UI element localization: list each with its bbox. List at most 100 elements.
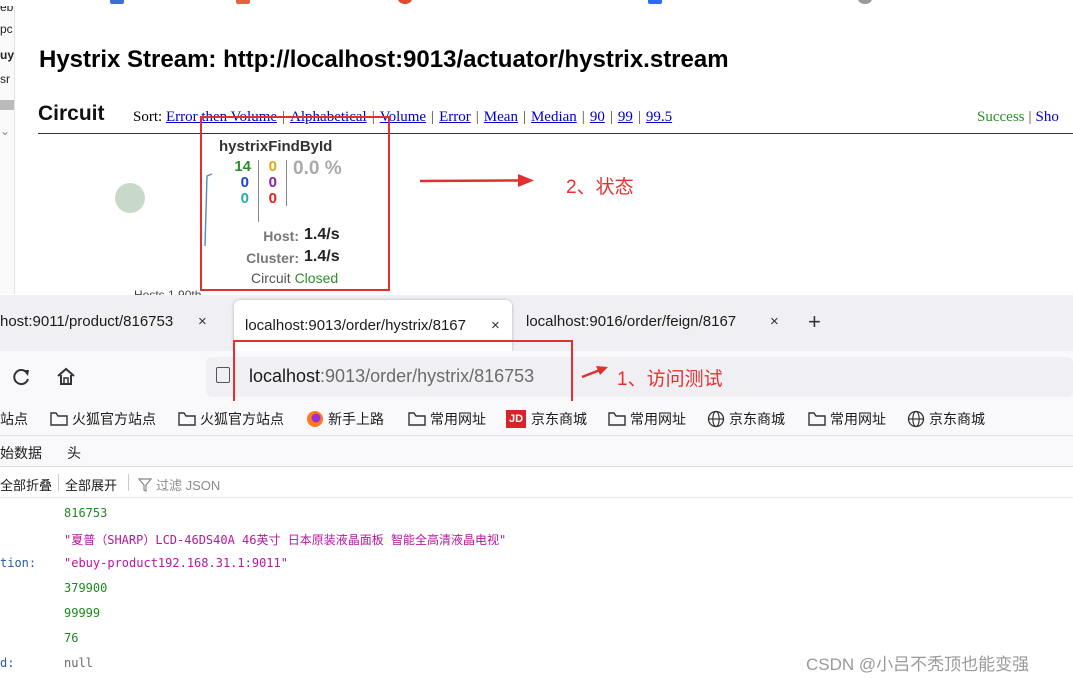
bookmark-item[interactable]: JD 京东商城: [506, 409, 587, 429]
folder-icon: [608, 412, 626, 426]
legend-short-circuited: Sho: [1035, 109, 1059, 125]
cropped-bookmark-strip: [0, 0, 1073, 6]
json-key: tion:: [0, 556, 37, 570]
sort-error[interactable]: Error: [439, 109, 471, 125]
tab-raw-data[interactable]: 始数据: [0, 443, 42, 463]
expand-all-button[interactable]: 全部展开: [65, 475, 117, 494]
json-value: null: [64, 656, 93, 670]
background-window-edge: eb pc uy sr ⌄: [0, 6, 15, 294]
visit-highlight-box: [233, 340, 573, 408]
bookmark-folder[interactable]: 火狐官方站点: [178, 409, 284, 429]
json-viewer-tabs: 始数据 头: [0, 436, 1073, 467]
sort-median[interactable]: Median: [531, 109, 577, 125]
status-legend: Success | Sho: [977, 109, 1059, 125]
close-icon[interactable]: ×: [491, 317, 500, 334]
globe-icon: [707, 410, 725, 428]
json-value: "夏普（SHARP）LCD-46DS40A 46英寸 日本原装液晶面板 智能全高…: [64, 533, 507, 547]
bookmark-label: 常用网址: [630, 411, 686, 427]
json-value: 379900: [64, 581, 108, 595]
bookmark-folder[interactable]: 常用网址: [408, 409, 486, 429]
bookmark-favicon: [858, 0, 872, 4]
tab-headers[interactable]: 头: [67, 443, 81, 463]
annotation-visit: 1、访问测试: [617, 369, 723, 390]
json-row[interactable]: 99999: [0, 600, 1073, 625]
status-highlight-box: [200, 116, 390, 291]
bookmark-favicon: [398, 0, 412, 4]
arrow-right-icon: [419, 174, 534, 187]
json-row[interactable]: 76: [0, 625, 1073, 650]
json-key: d:: [0, 656, 15, 670]
sort-label: Sort:: [133, 109, 163, 125]
page-info-icon[interactable]: [216, 367, 230, 383]
json-value: 99999: [64, 606, 101, 620]
edge-text: eb: [0, 6, 14, 14]
bookmark-label: 常用网址: [430, 411, 486, 427]
sort-90[interactable]: 90: [590, 109, 605, 125]
jd-logo-icon: JD: [506, 410, 526, 428]
json-row[interactable]: 816753: [0, 500, 1073, 525]
bookmark-label: 京东商城: [531, 411, 587, 427]
new-tab-button[interactable]: +: [808, 309, 821, 335]
filter-placeholder: 过滤 JSON: [156, 478, 221, 493]
bookmark-folder[interactable]: 常用网址: [608, 409, 686, 429]
json-row[interactable]: "夏普（SHARP）LCD-46DS40A 46英寸 日本原装液晶面板 智能全高…: [0, 525, 1073, 550]
edge-text: uy: [0, 48, 15, 62]
bookmark-label: 京东商城: [929, 411, 985, 427]
json-value: "ebuy-product192.168.31.1:9011": [64, 556, 288, 570]
close-icon[interactable]: ×: [198, 313, 207, 330]
sort-99-5[interactable]: 99.5: [646, 109, 672, 125]
close-icon[interactable]: ×: [770, 313, 779, 330]
bookmark-item[interactable]: 京东商城: [707, 409, 785, 429]
tab-title: host:9011/product/816753: [0, 312, 174, 330]
chevron-down-icon: ⌄: [0, 124, 11, 138]
reload-icon[interactable]: [11, 367, 31, 387]
tab-product[interactable]: host:9011/product/816753 ×: [0, 295, 226, 347]
bookmarks-bar: 站点 火狐官方站点 火狐官方站点 新手上路 常用网址 JD 京东商城 常用网址 …: [0, 401, 1073, 436]
bookmark-label: 常用网址: [830, 411, 886, 427]
folder-icon: [178, 412, 196, 426]
filter-icon: [138, 477, 152, 492]
edge-text: sr: [0, 72, 10, 86]
toolbar-divider: [128, 474, 129, 491]
bookmark-label: 京东商城: [729, 411, 785, 427]
json-toolbar: 全部折叠 全部展开 过滤 JSON: [0, 467, 1073, 498]
json-value: 76: [64, 631, 79, 645]
sort-mean[interactable]: Mean: [484, 109, 518, 125]
circuit-health-circle: [115, 183, 145, 213]
collapse-all-button[interactable]: 全部折叠: [0, 475, 52, 494]
filter-json-input[interactable]: 过滤 JSON: [138, 475, 220, 494]
edge-text: pc: [0, 22, 13, 36]
csdn-watermark: CSDN @小吕不秃顶也能变强: [806, 655, 1030, 674]
bookmark-favicon: [110, 0, 124, 4]
dashboard-divider: [38, 133, 1073, 134]
bookmark-folder[interactable]: 火狐官方站点: [50, 409, 156, 429]
annotation-status: 2、状态: [566, 177, 634, 198]
legend-success: Success: [977, 109, 1025, 125]
bookmark-label: 火狐官方站点: [200, 411, 284, 427]
circuit-heading: Circuit: [38, 102, 105, 125]
firefox-icon: [307, 411, 323, 427]
tab-title: localhost:9016/order/feign/8167: [526, 312, 737, 330]
tab-title: localhost:9013/order/hystrix/8167: [245, 317, 466, 334]
bookmark-label: 火狐官方站点: [72, 411, 156, 427]
hystrix-stream-title: Hystrix Stream: http://localhost:9013/ac…: [39, 46, 729, 73]
bookmark-label: 站点: [0, 411, 28, 427]
home-icon[interactable]: [55, 366, 77, 386]
json-row[interactable]: tion: "ebuy-product192.168.31.1:9011": [0, 550, 1073, 575]
folder-icon: [408, 412, 426, 426]
toolbar-divider: [58, 474, 59, 491]
sort-99[interactable]: 99: [618, 109, 633, 125]
folder-icon: [808, 412, 826, 426]
bookmark-item[interactable]: 新手上路: [306, 409, 384, 429]
bookmark-favicon: [648, 0, 662, 4]
bookmark-item[interactable]: 站点: [0, 409, 28, 429]
bookmark-item[interactable]: 京东商城: [907, 409, 985, 429]
bookmark-label: 新手上路: [328, 411, 384, 427]
bookmark-favicon: [236, 0, 250, 4]
json-row[interactable]: 379900: [0, 575, 1073, 600]
globe-icon: [907, 410, 925, 428]
json-value: 816753: [64, 506, 108, 520]
arrow-right-icon: [581, 366, 608, 379]
edge-decor: [0, 100, 14, 110]
bookmark-folder[interactable]: 常用网址: [808, 409, 886, 429]
